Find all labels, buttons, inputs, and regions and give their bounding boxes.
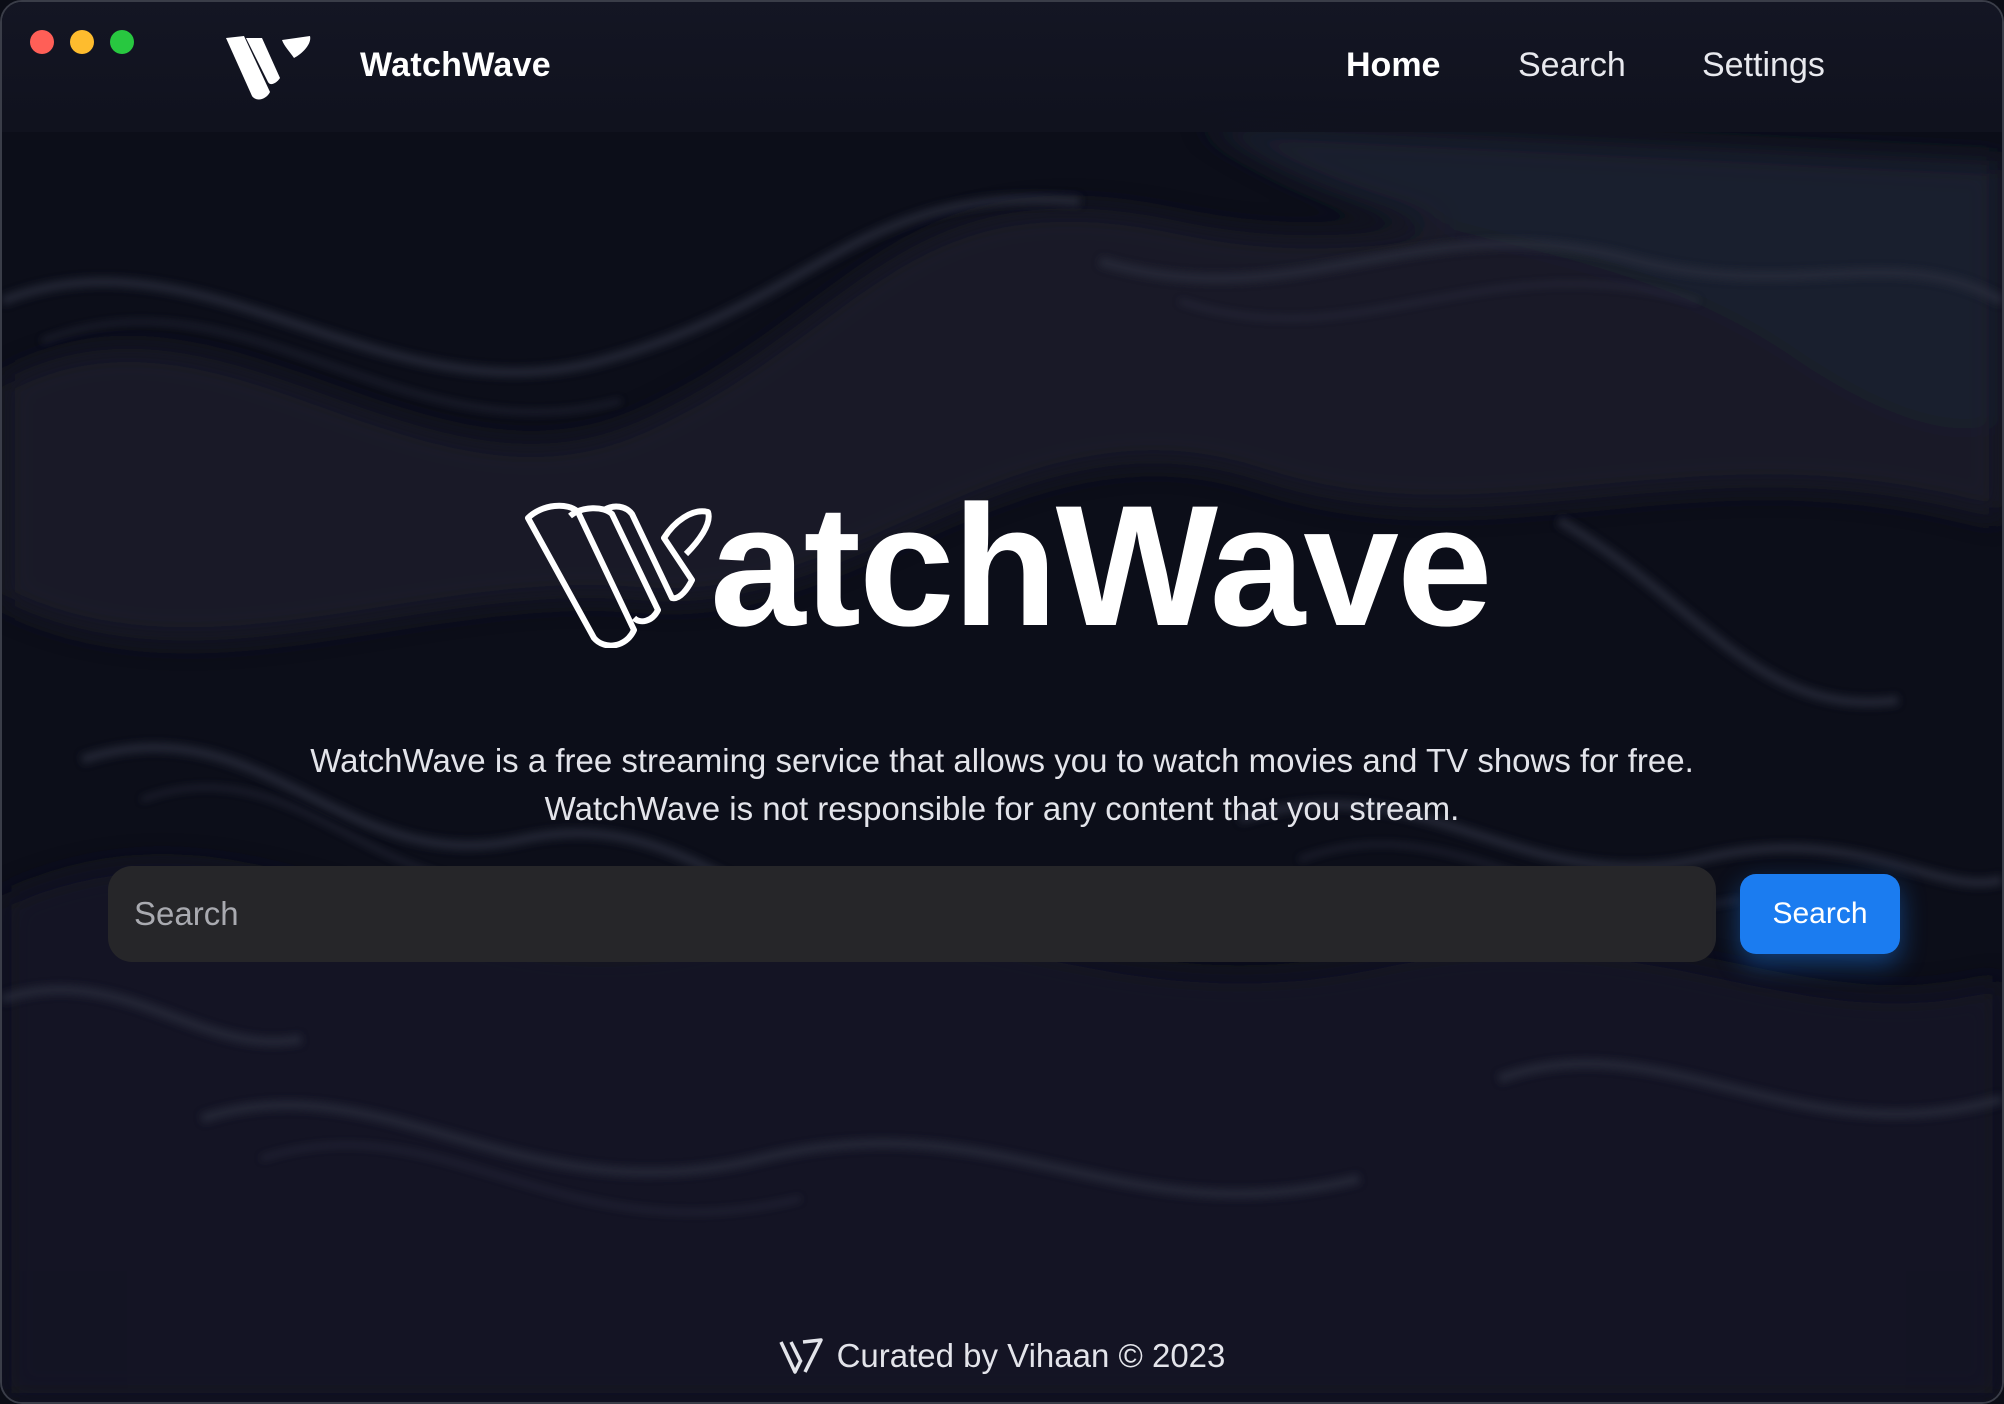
zoom-window-button[interactable] [110,30,134,54]
nav-home[interactable]: Home [1346,46,1440,85]
watchwave-logo-icon[interactable] [222,32,314,102]
search-input[interactable] [132,894,1636,934]
search-button[interactable]: Search [1740,874,1900,954]
hero-description-line-2: WatchWave is not responsible for any con… [544,790,1460,827]
brand-name[interactable]: WatchWave [360,46,551,85]
background-marble-art [2,2,2002,1402]
nav-settings[interactable]: Settings [1702,46,1825,85]
close-window-button[interactable] [30,30,54,54]
top-navigation-bar: WatchWave Home Search Settings [2,2,2002,132]
nav-search[interactable]: Search [1518,46,1626,85]
hero-title: atchWave [710,470,1493,662]
hero-description-line-1: WatchWave is a free streaming service th… [310,742,1694,779]
watchwave-outline-w-icon [525,502,712,648]
minimize-window-button[interactable] [70,30,94,54]
footer: Curated by Vihaan © 2023 [2,1336,2002,1376]
app-window: WatchWave Home Search Settings atchWave … [0,0,2004,1404]
search-bar[interactable] [108,866,1716,962]
watchwave-small-logo-icon [778,1338,823,1374]
footer-credit-text: Curated by Vihaan © 2023 [836,1337,1226,1374]
